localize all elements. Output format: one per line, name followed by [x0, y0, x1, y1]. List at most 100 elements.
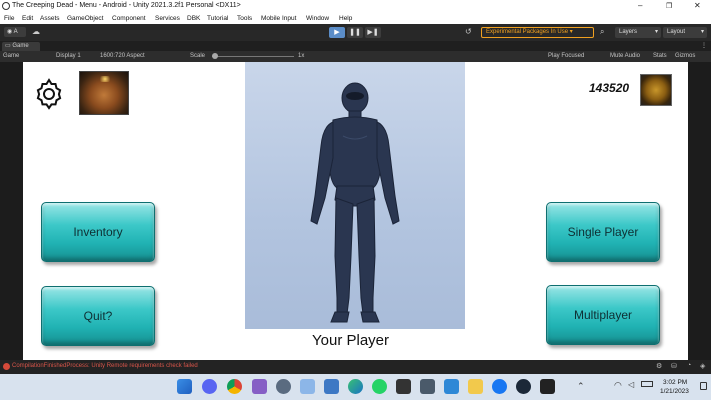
menu-help[interactable]: Help	[339, 15, 352, 22]
menu-tools[interactable]: Tools	[237, 15, 252, 22]
menu-file[interactable]: File	[4, 15, 14, 22]
notification-icon[interactable]: ◈	[700, 362, 705, 370]
chevron-up-icon[interactable]: ⌃	[577, 381, 585, 392]
scale-slider-handle[interactable]	[212, 53, 218, 59]
history-icon[interactable]: ↺	[465, 27, 472, 36]
maximize-button[interactable]: ❐	[666, 2, 672, 10]
spinner-icon: ◔	[687, 362, 692, 369]
game-screen: Your Player 143520 Inventory Quit? Singl…	[23, 62, 688, 360]
volume-icon[interactable]: ◁	[628, 380, 634, 389]
image-viewer-icon[interactable]	[324, 379, 339, 394]
edge-icon[interactable]	[348, 379, 363, 394]
settings-gear-icon[interactable]	[31, 76, 67, 112]
weather-icon[interactable]	[300, 379, 315, 394]
debug-icon[interactable]: ⚙	[656, 362, 662, 370]
play-icon: ▶	[334, 29, 340, 36]
coin-icon	[640, 74, 672, 106]
view-tabbar: ▭ Game ⋮	[0, 41, 711, 51]
chevron-down-icon: ▾	[700, 29, 704, 35]
account-label: A	[13, 29, 18, 35]
battery-icon[interactable]	[641, 381, 653, 387]
game-mode-dropdown[interactable]: Game	[3, 53, 19, 59]
pause-icon: ❚❚	[349, 29, 361, 36]
status-error-message[interactable]: CompilationFinishedProcess: Unity Remote…	[12, 363, 198, 369]
gizmos-dropdown[interactable]: Gizmos	[675, 53, 695, 59]
window-titlebar: The Creeping Dead - Menu - Android - Uni…	[0, 0, 711, 13]
editor-toolbar: ◉ A ☁ ▶ ❚❚ ▶❚ ↺ Experimental Packages In…	[0, 24, 711, 41]
stats-toggle[interactable]: Stats	[653, 53, 667, 59]
account-icon: ◉	[7, 29, 14, 35]
more-options-icon[interactable]: ⋮	[701, 42, 707, 49]
cache-icon[interactable]: ⛁	[671, 362, 677, 370]
player-caption: Your Player	[312, 332, 389, 349]
scale-label: Scale	[190, 53, 206, 59]
inventory-button[interactable]: Inventory	[41, 202, 155, 262]
menu-edit[interactable]: Edit	[22, 15, 33, 22]
account-dropdown[interactable]: ◉ A	[4, 27, 26, 37]
multiplayer-button[interactable]: Multiplayer	[546, 285, 660, 345]
player-preview-panel	[245, 62, 465, 329]
step-button[interactable]: ▶❚	[365, 27, 381, 38]
layers-dropdown[interactable]: Layers ▾	[615, 27, 661, 38]
error-icon	[3, 363, 10, 370]
scale-slider[interactable]	[212, 53, 294, 59]
game-view-controls: Game Display 1 1600:720 Aspect Scale 1x …	[0, 51, 711, 62]
pause-button[interactable]: ❚❚	[347, 27, 363, 38]
layout-dropdown[interactable]: Layout ▾	[663, 27, 707, 38]
search-icon[interactable]: ⌕	[600, 27, 604, 37]
menu-mobile-input[interactable]: Mobile Input	[261, 15, 296, 22]
play-focused-dropdown[interactable]: Play Focused	[548, 53, 584, 59]
clock-time[interactable]: 3:02 PM	[663, 379, 687, 386]
tab-game[interactable]: ▭ Game	[2, 42, 40, 51]
notification-center-icon[interactable]	[700, 382, 707, 390]
close-button[interactable]: ✕	[694, 1, 701, 10]
steam-icon[interactable]	[516, 379, 531, 394]
settings-app-icon[interactable]	[276, 379, 291, 394]
menu-component[interactable]: Component	[112, 15, 146, 22]
score-value: 143520	[589, 81, 630, 95]
visual-studio-icon[interactable]	[252, 379, 267, 394]
calculator-icon[interactable]	[420, 379, 435, 394]
cake-image	[79, 71, 129, 115]
scale-value: 1x	[298, 53, 305, 59]
mute-audio-toggle[interactable]: Mute Audio	[610, 53, 640, 59]
menu-services[interactable]: Services	[155, 15, 180, 22]
clock-date[interactable]: 1/21/2023	[660, 388, 689, 395]
chevron-down-icon: ▾	[654, 29, 658, 35]
facebook-icon[interactable]	[492, 379, 507, 394]
unity-hub-icon[interactable]	[396, 379, 411, 394]
helmet-visor	[346, 92, 364, 100]
experimental-packages-dropdown[interactable]: Experimental Packages In Use ▾	[481, 27, 594, 38]
step-icon: ▶❚	[367, 29, 379, 36]
xd-icon[interactable]	[444, 379, 459, 394]
menu-tutorial[interactable]: Tutorial	[207, 15, 228, 22]
aspect-dropdown[interactable]: 1600:720 Aspect	[100, 53, 145, 59]
player-character-model	[310, 82, 400, 323]
editor-statusbar: CompilationFinishedProcess: Unity Remote…	[0, 360, 711, 374]
layout-label: Layout	[667, 29, 686, 35]
layers-label: Layers	[619, 29, 638, 35]
experimental-packages-label: Experimental Packages In Use	[486, 29, 569, 35]
discord-icon[interactable]	[202, 379, 217, 394]
menu-bar: File Edit Assets GameObject Component Se…	[0, 13, 711, 24]
cake-candle-flames	[98, 76, 112, 82]
single-player-button[interactable]: Single Player	[546, 202, 660, 262]
windows-start-icon[interactable]	[177, 379, 192, 394]
unity-editor-icon[interactable]	[540, 379, 555, 394]
whatsapp-icon[interactable]	[372, 379, 387, 394]
menu-window[interactable]: Window	[306, 15, 329, 22]
minimize-button[interactable]: –	[638, 1, 642, 10]
unity-logo-icon	[2, 2, 10, 10]
window-title: The Creeping Dead - Menu - Android - Uni…	[12, 2, 241, 9]
cloud-icon[interactable]: ☁	[32, 27, 40, 36]
menu-gameobject[interactable]: GameObject	[67, 15, 104, 22]
chrome-icon[interactable]	[227, 379, 242, 394]
windows-taskbar: ⌃ ◠ ◁ 3:02 PM 1/21/2023	[0, 374, 711, 400]
play-button[interactable]: ▶	[329, 27, 345, 38]
file-explorer-icon[interactable]	[468, 379, 483, 394]
wifi-icon[interactable]: ◠	[614, 380, 622, 391]
menu-dbk[interactable]: DBK	[187, 15, 200, 22]
quit-button[interactable]: Quit?	[41, 286, 155, 346]
display-dropdown[interactable]: Display 1	[56, 53, 81, 59]
menu-assets[interactable]: Assets	[40, 15, 60, 22]
